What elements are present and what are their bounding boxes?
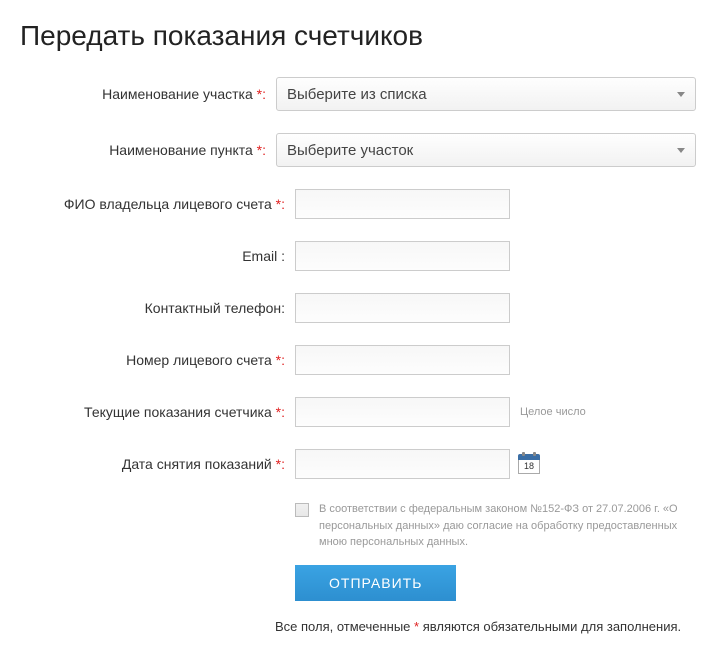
row-email: Email : bbox=[20, 241, 696, 271]
row-footnote: Все поля, отмеченные * являются обязател… bbox=[20, 619, 696, 634]
label-reading-text: Текущие показания счетчика bbox=[84, 404, 272, 420]
label-account: Номер лицевого счета *: bbox=[20, 352, 295, 368]
row-owner: ФИО владельца лицевого счета *: bbox=[20, 189, 696, 219]
row-reading-date: Дата снятия показаний *: 18 bbox=[20, 449, 696, 479]
footnote-before: Все поля, отмеченные bbox=[275, 619, 414, 634]
label-reading-date-text: Дата снятия показаний bbox=[122, 456, 272, 472]
label-district-text: Наименование участка bbox=[102, 86, 253, 102]
row-point: Наименование пункта *: Выберите участок bbox=[20, 133, 696, 167]
footnote-after: являются обязательными для заполнения. bbox=[419, 619, 681, 634]
label-reading: Текущие показания счетчика *: bbox=[20, 404, 295, 420]
district-select[interactable]: Выберите из списка bbox=[276, 77, 696, 111]
label-phone-text: Контактный телефон: bbox=[145, 300, 285, 316]
phone-input[interactable] bbox=[295, 293, 510, 323]
calendar-icon[interactable]: 18 bbox=[518, 454, 540, 474]
row-account: Номер лицевого счета *: bbox=[20, 345, 696, 375]
row-phone: Контактный телефон: bbox=[20, 293, 696, 323]
label-owner-text: ФИО владельца лицевого счета bbox=[64, 196, 272, 212]
email-input[interactable] bbox=[295, 241, 510, 271]
required-mark: *: bbox=[276, 404, 285, 420]
chevron-down-icon bbox=[677, 92, 685, 97]
label-reading-date: Дата снятия показаний *: bbox=[20, 456, 295, 472]
point-select-value: Выберите участок bbox=[287, 142, 413, 159]
reading-input[interactable] bbox=[295, 397, 510, 427]
page-title: Передать показания счетчиков bbox=[20, 20, 696, 52]
submit-button[interactable]: ОТПРАВИТЬ bbox=[295, 565, 456, 601]
label-email-text: Email : bbox=[242, 248, 285, 264]
row-consent: В соответствии с федеральным законом №15… bbox=[20, 501, 696, 551]
label-email: Email : bbox=[20, 248, 295, 264]
label-point: Наименование пункта *: bbox=[20, 142, 276, 158]
reading-hint: Целое число bbox=[520, 406, 586, 418]
required-mark: *: bbox=[276, 456, 285, 472]
reading-date-input[interactable] bbox=[295, 449, 510, 479]
required-mark: *: bbox=[276, 196, 285, 212]
consent-checkbox[interactable] bbox=[295, 503, 309, 517]
required-mark: *: bbox=[257, 86, 266, 102]
chevron-down-icon bbox=[677, 148, 685, 153]
label-point-text: Наименование пункта bbox=[109, 142, 253, 158]
row-reading: Текущие показания счетчика *: Целое числ… bbox=[20, 397, 696, 427]
required-mark: *: bbox=[276, 352, 285, 368]
calendar-day: 18 bbox=[518, 460, 540, 474]
consent-text: В соответствии с федеральным законом №15… bbox=[319, 501, 696, 551]
label-phone: Контактный телефон: bbox=[20, 300, 295, 316]
label-district: Наименование участка *: bbox=[20, 86, 276, 102]
label-owner: ФИО владельца лицевого счета *: bbox=[20, 196, 295, 212]
row-submit: ОТПРАВИТЬ bbox=[20, 565, 696, 601]
point-select[interactable]: Выберите участок bbox=[276, 133, 696, 167]
owner-input[interactable] bbox=[295, 189, 510, 219]
row-district: Наименование участка *: Выберите из спис… bbox=[20, 77, 696, 111]
label-account-text: Номер лицевого счета bbox=[126, 352, 272, 368]
footnote: Все поля, отмеченные * являются обязател… bbox=[275, 619, 681, 634]
account-input[interactable] bbox=[295, 345, 510, 375]
required-mark: *: bbox=[257, 142, 266, 158]
district-select-value: Выберите из списка bbox=[287, 86, 427, 103]
